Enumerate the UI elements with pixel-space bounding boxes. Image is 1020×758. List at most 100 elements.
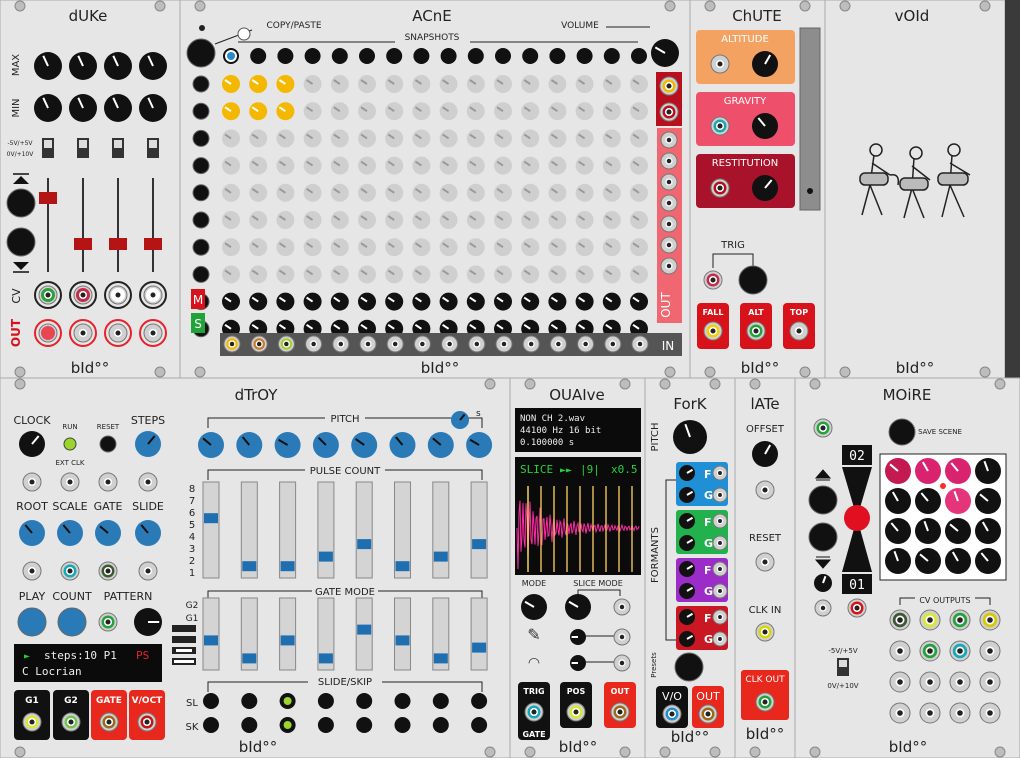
acne-matrix-knob[interactable] (412, 129, 431, 148)
acne-matrix-knob[interactable] (494, 183, 512, 202)
acne-snapshot-button[interactable] (223, 48, 239, 64)
acne-snapshot-button[interactable] (386, 48, 403, 64)
fork-formant-gain-knob[interactable] (679, 535, 695, 551)
dtroy-count-button[interactable] (57, 607, 87, 637)
fork-formant-freq-input[interactable] (712, 609, 728, 625)
dtroy-gatemode-handle[interactable] (395, 635, 410, 646)
dtroy-pulse-handle[interactable] (433, 551, 448, 562)
ouaive-param-knob-a[interactable] (570, 629, 586, 645)
moire-scene-down-button[interactable] (808, 522, 838, 552)
dtroy-pitch-knob[interactable] (427, 432, 454, 458)
ouaive-pos-input[interactable] (566, 702, 586, 722)
dtroy-slide-button[interactable] (279, 693, 296, 709)
acne-matrix-knob[interactable] (575, 265, 594, 284)
duke-cv-input[interactable] (34, 281, 62, 309)
acne-matrix-knob[interactable] (630, 211, 648, 229)
acne-matrix-knob[interactable] (630, 156, 648, 175)
fork-formant-freq-input[interactable] (712, 561, 728, 577)
acne-matrix-knob[interactable] (439, 265, 458, 284)
acne-matrix-knob[interactable] (249, 156, 268, 175)
acne-matrix-knob[interactable] (602, 102, 621, 121)
moire-cv-output[interactable] (889, 671, 911, 693)
dtroy-clock-knob[interactable] (19, 431, 45, 457)
moire-scene-bottom-knob[interactable] (814, 574, 832, 592)
late-offset-knob[interactable] (752, 441, 778, 467)
acne-matrix-knob[interactable] (494, 156, 512, 175)
moire-grid-knob[interactable] (915, 548, 941, 574)
dtroy-slide-button[interactable] (203, 693, 219, 709)
acne-input-jack[interactable] (549, 335, 567, 353)
acne-matrix-knob[interactable] (276, 75, 295, 93)
dtroy-pitch-knob[interactable] (198, 432, 224, 458)
dtroy-pulse-handle[interactable] (204, 513, 218, 524)
acne-matrix-knob[interactable] (412, 156, 431, 175)
acne-matrix-knob[interactable] (439, 211, 458, 229)
acne-matrix-knob[interactable] (466, 211, 485, 229)
acne-matrix-knob[interactable] (521, 183, 540, 202)
acne-matrix-knob[interactable] (439, 129, 458, 148)
duke-max-knob[interactable] (69, 52, 97, 80)
dtroy-slide-knob[interactable] (135, 520, 161, 546)
dtroy-reset-input[interactable] (98, 472, 118, 492)
moire-cv-output[interactable] (889, 702, 911, 724)
acne-matrix-knob[interactable] (358, 156, 376, 175)
chute-trig-input[interactable] (703, 270, 723, 290)
acne-matrix-knob[interactable] (303, 183, 322, 202)
duke-min-knob[interactable] (104, 94, 132, 122)
fork-formant-gain-knob[interactable] (679, 631, 695, 647)
dtroy-slide-button[interactable] (471, 693, 488, 709)
acne-matrix-knob[interactable] (385, 129, 404, 148)
acne-input-jack[interactable] (631, 335, 649, 353)
fork-formant-gain-input[interactable] (712, 487, 728, 503)
duke-range-switch[interactable] (112, 138, 124, 158)
acne-input-jack[interactable] (495, 335, 513, 353)
acne-row-mute-button[interactable] (192, 184, 210, 202)
ouaive-trig-input[interactable] (524, 702, 544, 722)
dtroy-steps-knob[interactable] (135, 431, 161, 457)
acne-matrix-knob[interactable] (630, 183, 648, 202)
moire-cv-output[interactable] (949, 702, 971, 724)
late-offset-input[interactable] (755, 480, 775, 500)
acne-matrix-knob[interactable] (602, 156, 621, 175)
acne-matrix-knob[interactable] (602, 292, 621, 311)
acne-matrix-knob[interactable] (276, 129, 295, 148)
acne-matrix-knob[interactable] (249, 211, 268, 229)
acne-matrix-knob[interactable] (276, 102, 295, 121)
acne-matrix-knob[interactable] (303, 211, 322, 229)
acne-input-jack[interactable] (441, 335, 459, 353)
moire-grid-knob[interactable] (945, 518, 971, 544)
ouaive-param-input-b[interactable] (613, 654, 631, 672)
dtroy-skip-button[interactable] (394, 717, 411, 733)
acne-snapshot-button[interactable] (631, 48, 647, 64)
acne-matrix-knob[interactable] (466, 183, 485, 202)
chute-altitude-input[interactable] (710, 54, 730, 74)
fork-formant-gain-knob[interactable] (679, 487, 695, 503)
acne-snapshot-button[interactable] (277, 48, 294, 64)
acne-matrix-knob[interactable] (303, 265, 322, 284)
acne-matrix-knob[interactable] (466, 156, 485, 175)
moire-grid-knob[interactable] (975, 488, 1001, 514)
moire-grid-knob[interactable] (945, 488, 971, 514)
acne-row-mute-button[interactable] (192, 238, 210, 256)
acne-input-jack[interactable] (468, 335, 486, 353)
ouaive-slice-mode-input[interactable] (613, 598, 631, 616)
duke-min-knob[interactable] (139, 94, 167, 122)
acne-matrix-knob[interactable] (385, 292, 404, 311)
acne-input-jack[interactable] (577, 335, 595, 353)
moire-grid-knob[interactable] (885, 548, 911, 574)
acne-matrix-knob[interactable] (575, 102, 594, 121)
dtroy-gatemode-slider[interactable] (202, 597, 220, 671)
acne-matrix-knob[interactable] (276, 183, 295, 202)
acne-matrix-knob[interactable] (439, 238, 458, 257)
duke-output[interactable] (69, 319, 97, 347)
chute-alt-output[interactable] (746, 321, 766, 341)
moire-grid-knob[interactable] (975, 518, 1001, 544)
dtroy-skip-button[interactable] (279, 717, 296, 733)
dtroy-gatemode-slider[interactable] (394, 597, 411, 671)
duke-range-switch[interactable] (147, 138, 159, 158)
acne-matrix-knob[interactable] (249, 75, 268, 93)
acne-matrix-knob[interactable] (494, 129, 512, 148)
chute-altitude-knob[interactable] (752, 51, 778, 77)
acne-input-jack[interactable] (604, 335, 622, 353)
dtroy-g1-output[interactable] (22, 712, 42, 732)
